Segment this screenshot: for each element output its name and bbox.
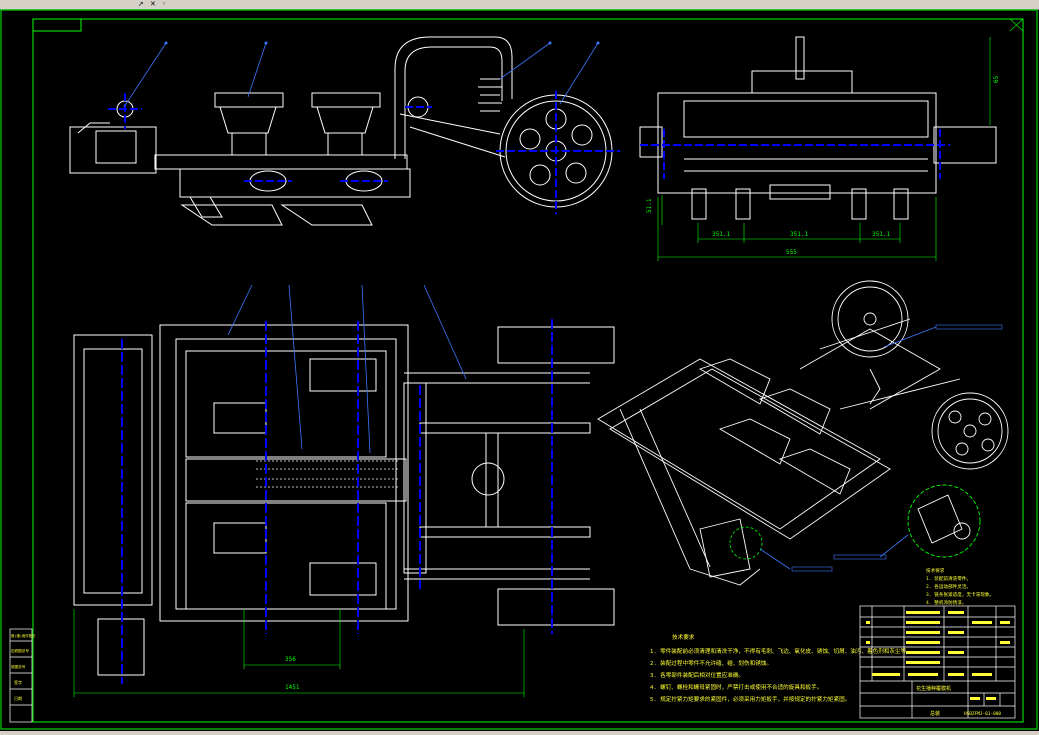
left-strip: [9, 628, 33, 723]
tech-req-line-5: 5. 规定拧紧力矩要求的紧固件，必须采用力矩扳手，并按规定的拧紧力矩紧固。: [650, 695, 850, 703]
frame-corner-mark: [1009, 18, 1024, 32]
tech-req-title: 技术要求: [672, 633, 695, 641]
left-strip-label-5: 日期: [14, 695, 22, 701]
tech-req-line-1: 1. 零件装配前必须清理和清洗干净，不得有毛刺、飞边、氧化皮、锈蚀、切屑、油污、…: [650, 647, 912, 655]
title-block-sub: 总装: [930, 710, 940, 717]
dim-side-total: 555: [786, 249, 797, 256]
iso-detail-b-content: [917, 494, 971, 544]
title-block-title: 花生播种覆膜机: [916, 685, 951, 692]
left-strip-label-2: 旧底图总号: [11, 648, 29, 653]
dim-side-d1: 351.1: [712, 231, 730, 238]
toolbar-separator-icon: ◦: [162, 0, 167, 8]
iso-note-line-1: 技术要求: [926, 567, 945, 574]
iso-note-line-5: 4. 整机涂防锈漆。: [926, 599, 966, 606]
left-strip-label-1: 借(通)用件登记: [11, 633, 36, 638]
iso-note-line-4: 3. 链条张紧适度，无卡滞现象。: [926, 591, 994, 598]
iso-note-line-2: 1. 装配前清洗零件。: [926, 575, 971, 582]
front-elevation-leaders: [123, 42, 599, 108]
dim-plan-d2: 1451: [285, 684, 300, 691]
dim-plan-d1: 356: [285, 656, 296, 663]
left-strip-label-3: 底图总号: [11, 664, 26, 669]
drawing-canvas[interactable]: 351.1 351.1 351.1 555 51.1 65 356 1451 技…: [0, 9, 1039, 731]
cad-drawing: 351.1 351.1 351.1 555 51.1 65 356 1451 技…: [0, 9, 1038, 730]
iso-detail-circle-a: [729, 526, 763, 560]
tech-req-line-3: 3. 各零部件装配后相对位置应准确。: [650, 671, 744, 679]
isometric-view: [597, 280, 1009, 586]
end-elevation-view: [639, 36, 997, 220]
dim-side-d3: 351.1: [872, 231, 890, 238]
iso-callout-labels: [791, 324, 1003, 572]
frame-corner-tag: [32, 18, 82, 32]
front-elevation-balloon-dots: [164, 41, 600, 45]
plan-view: [73, 324, 615, 676]
dim-side-height-left: 51.1: [646, 198, 653, 213]
dim-side-d2: 351.1: [790, 231, 808, 238]
tech-req-line-2: 2. 装配过程中零件不允许磕、碰、划伤和锈蚀。: [650, 659, 772, 667]
plan-view-chains: [256, 460, 400, 488]
left-strip-label-4: 签字: [14, 679, 22, 685]
iso-notes-list: 技术要求 1. 装配前清洗零件。 2. 各运动部件灵活。 3. 链条张紧适度，无…: [926, 567, 994, 606]
drawing-frame: [32, 18, 1024, 723]
close-icon[interactable]: ✕: [150, 0, 156, 8]
dim-side-height-right: 65: [993, 75, 1000, 83]
cursor-icon[interactable]: ➚: [138, 0, 144, 8]
bottom-status-bar: [0, 731, 1039, 735]
tech-req-line-4: 4. 螺钉、螺栓和螺母紧固时，严禁打击或使用不合适的旋具和扳手。: [650, 683, 822, 691]
iso-note-line-3: 2. 各运动部件灵活。: [926, 583, 971, 590]
plan-view-leaders: [227, 284, 467, 454]
iso-detail-circle-b: [907, 484, 981, 558]
front-elevation-centerlines: [108, 91, 620, 214]
title-block-code: HSBZFMJ-01-000: [964, 711, 1001, 717]
